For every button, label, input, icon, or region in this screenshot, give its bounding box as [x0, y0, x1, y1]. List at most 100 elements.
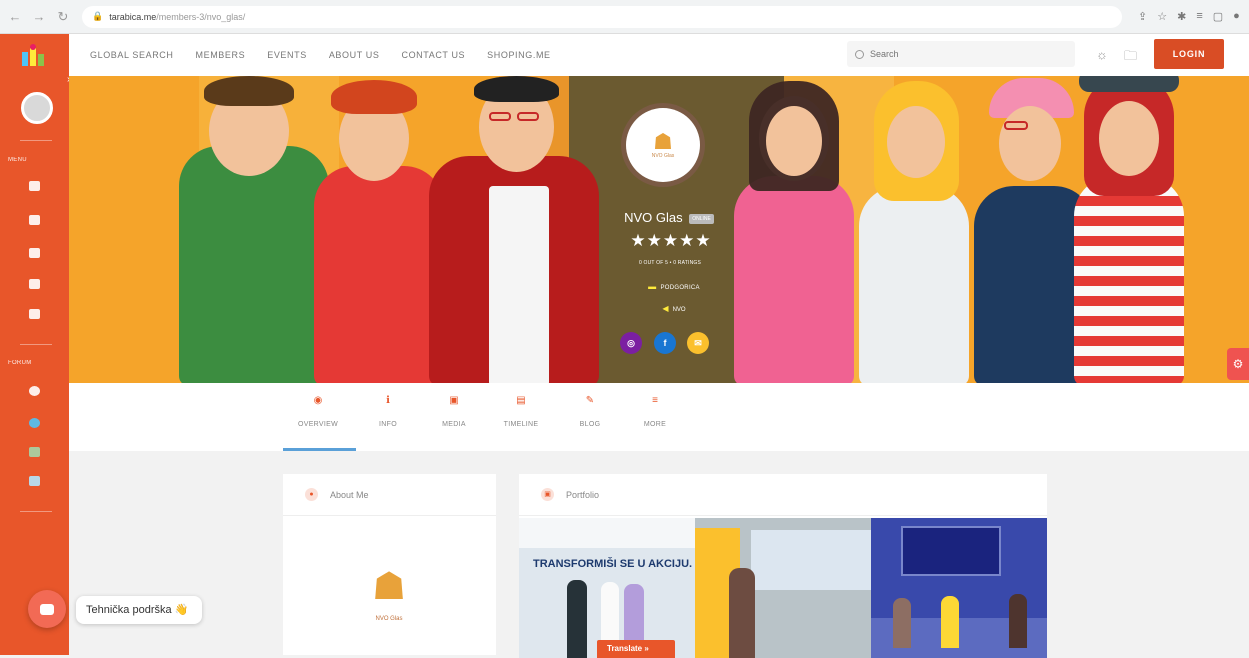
cover-person-6-face	[887, 106, 945, 178]
portfolio-title: Portfolio	[566, 489, 600, 500]
photo-banner	[519, 518, 695, 548]
menu-activity-icon[interactable]	[29, 279, 40, 289]
cover-person-8-hat	[1079, 76, 1179, 92]
cover-glasses	[489, 112, 511, 121]
portfolio-photo-3[interactable]	[871, 518, 1047, 658]
login-button[interactable]: LOGIN	[1154, 39, 1224, 69]
support-label[interactable]: Tehnička podrška 👋	[76, 596, 202, 624]
media-icon: ▣	[449, 395, 459, 406]
group-logo-icon: ☗	[653, 129, 673, 154]
about-logo: ☗ NVO Glas	[359, 562, 419, 632]
reload-icon[interactable]: ↻	[54, 9, 72, 25]
tab-media[interactable]: ▣ MEDIA	[424, 395, 484, 428]
tab-blog[interactable]: ✎ BLOG	[560, 395, 620, 428]
menu-members-icon[interactable]	[29, 215, 40, 225]
photo-person	[893, 598, 911, 648]
back-icon[interactable]: ←	[6, 9, 24, 24]
cover-glasses	[517, 112, 539, 121]
theme-toggle-icon[interactable]: ☼	[1096, 47, 1108, 62]
puzzle-icon[interactable]: ✱	[1177, 10, 1186, 23]
chat-button[interactable]	[28, 590, 66, 628]
forward-icon[interactable]: →	[30, 9, 48, 24]
photo-caption: TRANSFORMIŠI SE U AKCIJU.	[533, 558, 693, 570]
photo-person	[567, 580, 587, 658]
profile-logo: ☗ NVO Glas	[626, 108, 700, 182]
media-icon[interactable]: ≡	[1196, 10, 1202, 23]
nav-global-search[interactable]: GLOBAL SEARCH	[90, 50, 174, 60]
cover-person-2-hair	[331, 80, 417, 114]
site-logo[interactable]	[18, 42, 48, 72]
menu-home-icon[interactable]	[29, 181, 40, 191]
tab-more[interactable]: ≡ MORE	[625, 395, 685, 428]
share-icon[interactable]: ⇪	[1138, 10, 1147, 23]
cover-person-2	[314, 166, 444, 383]
profile-cover: ☗ NVO Glas NVO Glas ONLINE ★★★★★ 0 OUT O…	[69, 76, 1249, 383]
forum-chat-icon[interactable]	[29, 386, 40, 396]
tab-timeline[interactable]: ▤ TIMELINE	[491, 395, 551, 428]
sidebar-divider	[20, 511, 52, 512]
forum-section-label: FORUM	[8, 360, 32, 366]
profile-logo-text: NVO Glas	[651, 153, 675, 159]
forum-globe-icon[interactable]	[29, 418, 40, 428]
search-icon	[855, 49, 864, 59]
user-avatar[interactable]	[21, 92, 53, 124]
profile-picture[interactable]: ☗ NVO Glas	[621, 103, 705, 187]
star-icon[interactable]: ☆	[1157, 10, 1167, 23]
cover-person-5-face	[766, 106, 822, 176]
profile-name: NVO Glas ONLINE	[614, 210, 724, 225]
nav-contact-us[interactable]: CONTACT US	[401, 50, 465, 60]
photo-person	[941, 596, 959, 648]
facebook-icon[interactable]: f	[654, 332, 676, 354]
url-path: /members-3/nvo_glas/	[156, 11, 246, 22]
cover-person-8-face	[1099, 101, 1159, 176]
menu-groups-icon[interactable]	[29, 248, 40, 258]
tab-overview[interactable]: ◉ OVERVIEW	[288, 395, 348, 428]
window-icon[interactable]: ▢	[1213, 10, 1223, 23]
overview-icon: ◉	[313, 395, 323, 406]
search-box	[847, 41, 1075, 67]
instagram-icon[interactable]: ◎	[620, 332, 642, 354]
about-logo-text: NVO Glas	[375, 616, 403, 622]
timeline-icon: ▤	[516, 395, 526, 406]
nav-events[interactable]: EVENTS	[267, 50, 307, 60]
nav-shoping-me[interactable]: SHOPING.ME	[487, 50, 551, 60]
browser-toolbar: ← → ↻ 🔒 tarabica.me/members-3/nvo_glas/ …	[0, 0, 1249, 34]
settings-gear-icon[interactable]: ⚙	[1227, 348, 1249, 380]
tab-label: BLOG	[579, 421, 601, 428]
menu-icon: ≡	[652, 395, 658, 406]
menu-events-icon[interactable]	[29, 309, 40, 319]
forum-board-icon[interactable]	[29, 476, 40, 486]
email-icon[interactable]: ✉	[687, 332, 709, 354]
sidebar-divider	[20, 140, 52, 141]
tab-label: OVERVIEW	[297, 421, 338, 428]
url-host: tarabica.me	[109, 11, 157, 22]
forum-image-icon[interactable]	[29, 447, 40, 457]
translate-button[interactable]: Translate »	[597, 640, 675, 658]
info-icon: ℹ	[386, 395, 390, 406]
cover-person-5	[734, 176, 854, 383]
rating-stars: ★★★★★	[630, 231, 712, 250]
group-logo-icon: ☗	[371, 566, 407, 608]
nav-about-us[interactable]: ABOUT US	[329, 50, 380, 60]
active-tab-indicator	[283, 448, 356, 451]
gallery-icon: ▣	[541, 488, 554, 501]
photo-person	[729, 568, 755, 658]
cover-person-8	[1074, 176, 1184, 383]
cover-person-7-face	[999, 106, 1061, 181]
cover-glasses	[1004, 121, 1028, 130]
nav-members[interactable]: MEMBERS	[196, 50, 246, 60]
lock-icon: 🔒	[92, 11, 104, 21]
cover-person-1	[179, 146, 329, 383]
search-input[interactable]	[870, 49, 1060, 59]
portfolio-photo-2[interactable]	[695, 518, 871, 658]
tab-info[interactable]: ℹ INFO	[358, 395, 418, 428]
portfolio-header: ▣ Portfolio	[519, 474, 1047, 516]
profile-category: ◀ NVO	[634, 304, 714, 313]
cart-icon[interactable]: 🗀	[1124, 47, 1137, 69]
extensions-area: ⇪ ☆ ✱ ≡ ▢ ●	[1138, 10, 1240, 23]
status-badge: ONLINE	[689, 213, 714, 224]
profile-icon[interactable]: ●	[1233, 10, 1240, 23]
top-navigation: GLOBAL SEARCH MEMBERS EVENTS ABOUT US CO…	[69, 34, 1249, 76]
portfolio-photo-1[interactable]: TRANSFORMIŠI SE U AKCIJU.	[519, 518, 695, 658]
address-bar[interactable]: 🔒 tarabica.me/members-3/nvo_glas/	[82, 5, 1122, 28]
